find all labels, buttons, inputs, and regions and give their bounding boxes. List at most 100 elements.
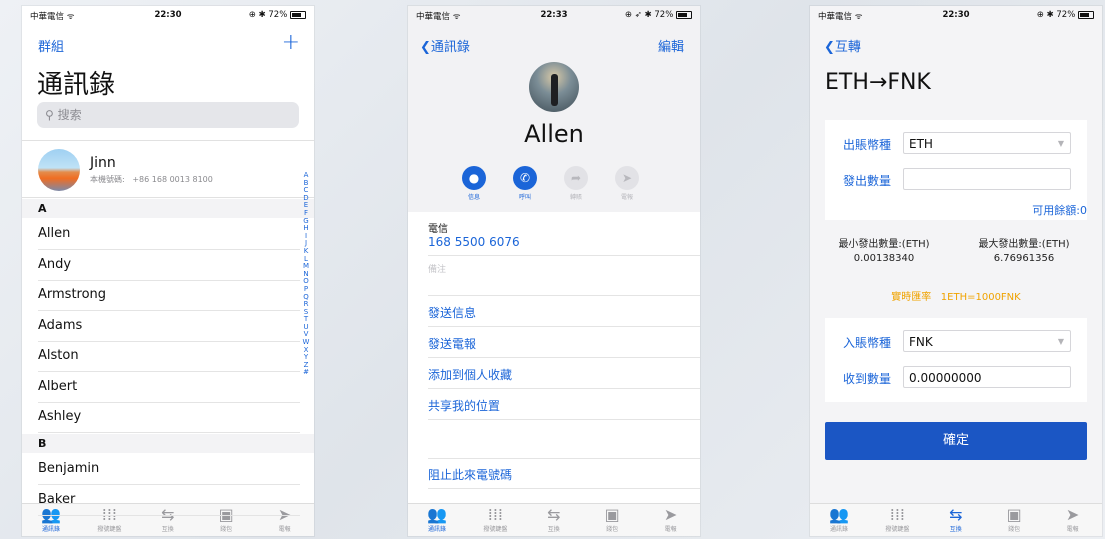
send-message-link[interactable]: 發送信息 [428, 304, 476, 321]
contacts-icon: 👥 [427, 505, 447, 524]
轉賬-action[interactable]: ➦ 轉賬 [556, 166, 596, 201]
tab-keypad[interactable]: ⁞⁞⁞ 撥號鍵盤 [466, 505, 524, 534]
tab-label: 錢包 [1008, 526, 1021, 533]
chevron-left-icon: ❮ [824, 40, 835, 55]
phone-number-link[interactable]: 168 5500 6076 [428, 235, 520, 249]
confirm-button[interactable]: 確定 [825, 422, 1087, 460]
divider [428, 388, 700, 389]
tab-label: 錢包 [606, 526, 619, 533]
index-letter[interactable]: # [301, 369, 311, 377]
tab-contacts[interactable]: 👥 通訊錄 [810, 505, 868, 534]
tab-bar: 👥 通訊錄 ⁞⁞⁞ 撥號鍵盤 ⇆ 互換 ▣ 錢包 ➤ 電報 [408, 503, 700, 536]
tab-keypad[interactable]: ⁞⁞⁞ 撥號鍵盤 [868, 505, 926, 534]
edit-button[interactable]: 編輯 [658, 36, 684, 55]
電報-action[interactable]: ➤ 電報 [607, 166, 647, 201]
contact-row[interactable]: Adams [38, 311, 300, 342]
tab-label: 撥號鍵盤 [483, 526, 508, 533]
tab-label: 互換 [547, 526, 560, 533]
tab-label: 通訊錄 [41, 526, 60, 533]
contact-row[interactable]: Ashley [38, 402, 300, 433]
action-label: 呼叫 [518, 194, 531, 201]
contacts-screen: 中華電信 ᯤ 22:30 ⊕ ✱ 72% 群組 + 通訊錄 ⚲ 搜索 Jinn … [22, 6, 314, 536]
chevron-left-icon: ❮ [420, 40, 431, 55]
send-icon: ➤ [615, 166, 639, 190]
from-currency-label: 出賬幣種 [843, 138, 892, 152]
page-title: 通訊錄 [37, 70, 116, 100]
action-label: 轉賬 [569, 194, 582, 201]
divider [428, 326, 700, 327]
tab-bar: 👥 通訊錄 ⁞⁞⁞ 撥號鍵盤 ⇆ 互換 ▣ 錢包 ➤ 電報 [810, 503, 1102, 536]
tab-swap[interactable]: ⇆ 互換 [927, 506, 985, 534]
contacts-icon: 👥 [829, 505, 849, 524]
my-card-name: Jinn [90, 155, 116, 171]
battery-indicator: ⊕ ✱ 72% [249, 10, 306, 20]
contact-detail-screen: 中華電信 ᯤ 22:33 ⊕ ➶ ✱ 72% ❮通訊錄 編輯 Allen 電信 … [408, 6, 700, 536]
tab-label: 撥號鍵盤 [885, 526, 910, 533]
phone-type-label: 電信 [428, 224, 448, 235]
divider [428, 488, 700, 489]
contact-row[interactable]: Allen [38, 219, 300, 250]
tab-wallet[interactable]: ▣ 錢包 [985, 506, 1043, 534]
tab-wallet[interactable]: ▣ 錢包 [583, 505, 641, 534]
tab-label: 電報 [1066, 526, 1079, 533]
min-amount: 最小發出數量:(ETH) 0.00138340 [838, 239, 930, 264]
add-favorite-link[interactable]: 添加到個人收藏 [428, 366, 512, 383]
contact-row[interactable]: Benjamin [38, 454, 300, 485]
tab-telegram[interactable]: ➤ 電報 [1044, 505, 1102, 534]
tab-telegram[interactable]: ➤ 電報 [642, 505, 700, 534]
信息-action[interactable]: ● 信息 [454, 166, 494, 201]
block-caller-link[interactable]: 阻止此來電號碼 [428, 466, 512, 483]
search-placeholder: 搜索 [57, 108, 82, 122]
receive-panel: 入賬幣種 FNK ▼ 收到數量 0.00000000 [825, 318, 1087, 402]
to-currency-label: 入賬幣種 [843, 336, 892, 350]
contact-row[interactable]: Baker [38, 485, 300, 516]
tab-label: 互換 [949, 526, 962, 533]
from-currency-select[interactable]: ETH ▼ [903, 132, 1071, 154]
alphabet-index[interactable]: A B C D E F G H I J K L M N O P Q R S T U V W X Y Z # [301, 171, 311, 377]
tab-label: 撥號鍵盤 [97, 526, 122, 533]
note-field[interactable]: 備注 [428, 262, 446, 275]
status-bar: 中華電信 ᯤ 22:30 ⊕ ✱ 72% [810, 6, 1102, 24]
back-button[interactable]: ❮通訊錄 [420, 36, 470, 55]
amount-label: 發出數量 [843, 174, 892, 188]
tab-label: 通訊錄 [427, 526, 446, 533]
keypad-icon: ⁞⁞⁞ [487, 505, 504, 524]
divider [428, 255, 700, 256]
add-contact-button[interactable]: + [282, 30, 300, 55]
search-input[interactable]: ⚲ 搜索 [37, 102, 299, 128]
share-location-link[interactable]: 共享我的位置 [428, 397, 500, 414]
my-card[interactable]: Jinn 本機號碼: +86 168 0013 8100 [22, 140, 314, 198]
contact-row[interactable]: Albert [38, 372, 300, 403]
contact-row[interactable]: Armstrong [38, 280, 300, 311]
section-header-b: B [22, 434, 314, 453]
amount-input[interactable] [903, 168, 1071, 190]
keypad-icon: ⁞⁞⁞ [889, 505, 906, 524]
to-currency-select[interactable]: FNK ▼ [903, 330, 1071, 352]
tab-label: 錢包 [220, 526, 233, 533]
tab-contacts[interactable]: 👥 通訊錄 [408, 505, 466, 534]
back-button[interactable]: ❮互轉 [824, 36, 861, 55]
avatar [38, 149, 80, 191]
battery-icon [1078, 10, 1094, 19]
section-header-a: A [22, 199, 314, 218]
phone-icon: ✆ [513, 166, 537, 190]
tab-label: 電報 [278, 526, 291, 533]
telegram-icon: ➤ [663, 505, 678, 524]
groups-button[interactable]: 群組 [38, 36, 64, 55]
available-balance: 可用餘額:0 [1032, 204, 1087, 217]
send-telegram-link[interactable]: 發送電報 [428, 335, 476, 352]
wallet-icon: ▣ [604, 505, 620, 524]
tab-swap[interactable]: ⇆ 互換 [525, 506, 583, 534]
status-bar: 中華電信 ᯤ 22:33 ⊕ ➶ ✱ 72% [408, 6, 700, 24]
action-label: 電報 [620, 194, 633, 201]
telegram-icon: ➤ [1065, 505, 1080, 524]
message-icon: ● [462, 166, 486, 190]
battery-icon [290, 10, 306, 19]
divider [428, 357, 700, 358]
contact-row[interactable]: Alston [38, 341, 300, 372]
avatar [529, 62, 579, 112]
contact-row[interactable]: Andy [38, 250, 300, 281]
呼叫-action[interactable]: ✆ 呼叫 [505, 166, 545, 201]
divider [428, 419, 700, 420]
receive-amount-field[interactable]: 0.00000000 [903, 366, 1071, 388]
